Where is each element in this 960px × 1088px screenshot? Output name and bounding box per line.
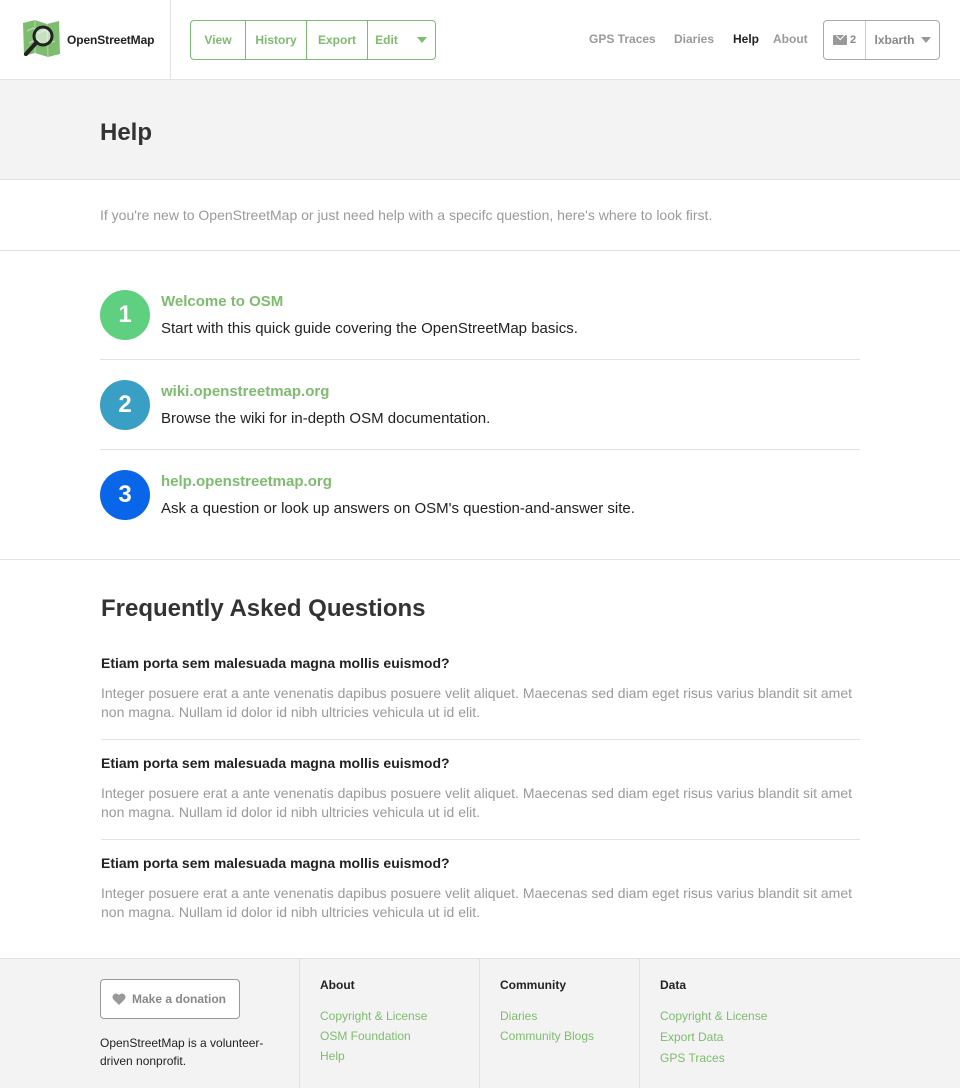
list-item: Etiam porta sem malesuada magna mollis e… (101, 740, 860, 840)
donate-button[interactable]: Make a donation (100, 979, 240, 1019)
map-tabs: View History Export Edit (190, 20, 436, 60)
footer-link[interactable]: Help (320, 1046, 427, 1066)
top-bar: OpenStreetMap View History Export Edit G… (0, 0, 960, 80)
messages-count: 2 (849, 34, 857, 46)
footer-link[interactable]: Copyright & License (320, 1006, 427, 1026)
step-link[interactable]: Welcome to OSM (161, 293, 283, 310)
footer: Make a donation OpenStreetMap is a volun… (0, 958, 960, 1088)
footer-link[interactable]: GPS Traces (660, 1048, 767, 1069)
step-description: Browse the wiki for in-depth OSM documen… (161, 410, 491, 427)
faq-question: Etiam porta sem malesuada magna mollis e… (101, 655, 450, 671)
nav-about[interactable]: About (773, 32, 808, 46)
title-band: Help (0, 80, 960, 180)
step-link[interactable]: help.openstreetmap.org (161, 473, 332, 490)
username: lxbarth (874, 33, 915, 47)
footer-column-community: Community Diaries Community Blogs (479, 959, 640, 1088)
faq-answer: Integer posuere erat a ante venenatis da… (101, 685, 852, 720)
faq-question: Etiam porta sem malesuada magna mollis e… (101, 855, 450, 871)
donate-label: Make a donation (132, 992, 227, 1006)
footer-heading: About (320, 978, 355, 992)
footer-link[interactable]: Copyright & License (660, 1006, 767, 1027)
list-item: 3 help.openstreetmap.org Ask a question … (100, 450, 860, 540)
faq-list: Etiam porta sem malesuada magna mollis e… (101, 640, 860, 940)
list-item: 2 wiki.openstreetmap.org Browse the wiki… (100, 360, 860, 450)
faq-question: Etiam porta sem malesuada magna mollis e… (101, 755, 450, 771)
step-link[interactable]: wiki.openstreetmap.org (161, 383, 329, 400)
step-number-badge: 3 (100, 470, 150, 520)
faq-answer: Integer posuere erat a ante venenatis da… (101, 885, 852, 920)
tab-view[interactable]: View (191, 21, 246, 59)
user-dropdown[interactable]: lxbarth (866, 21, 939, 59)
footer-heading: Data (660, 978, 687, 992)
footer-link[interactable]: Export Data (660, 1027, 767, 1048)
chevron-down-icon (920, 37, 931, 43)
heart-icon (112, 993, 126, 1005)
footer-column-data: Data Copyright & License Export Data GPS… (639, 959, 960, 1088)
divider (0, 559, 960, 560)
footer-link[interactable]: OSM Foundation (320, 1026, 427, 1046)
nav-help[interactable]: Help (733, 32, 759, 46)
footer-heading: Community (500, 978, 566, 992)
messages-button[interactable]: 2 (824, 21, 866, 59)
chevron-down-icon (417, 37, 427, 43)
intro-band: If you're new to OpenStreetMap or just n… (0, 180, 960, 251)
list-item: 1 Welcome to OSM Start with this quick g… (100, 270, 860, 360)
envelope-icon (832, 35, 847, 45)
osm-logo-icon (23, 20, 60, 58)
list-item: Etiam porta sem malesuada magna mollis e… (101, 840, 860, 940)
intro-text: If you're new to OpenStreetMap or just n… (100, 207, 713, 223)
brand[interactable]: OpenStreetMap (0, 0, 171, 79)
footer-link[interactable]: Community Blogs (500, 1026, 594, 1046)
faq-answer: Integer posuere erat a ante venenatis da… (101, 785, 852, 820)
nav-diaries[interactable]: Diaries (674, 32, 714, 46)
footer-note: OpenStreetMap is a volunteer-driven nonp… (100, 1036, 264, 1068)
step-description: Start with this quick guide covering the… (161, 320, 578, 337)
step-description: Ask a question or look up answers on OSM… (161, 500, 635, 517)
nav-gps-traces[interactable]: GPS Traces (589, 32, 656, 46)
faq-title: Frequently Asked Questions (101, 595, 426, 622)
brand-name: OpenStreetMap (67, 33, 155, 47)
tab-history[interactable]: History (246, 21, 307, 59)
step-number-badge: 2 (100, 380, 150, 430)
list-item: Etiam porta sem malesuada magna mollis e… (101, 640, 860, 740)
help-steps: 1 Welcome to OSM Start with this quick g… (100, 270, 860, 540)
step-number-badge: 1 (100, 290, 150, 340)
footer-column-about: About Copyright & License OSM Foundation… (299, 959, 480, 1088)
edit-menu-toggle[interactable] (409, 21, 435, 59)
tab-export[interactable]: Export (307, 21, 368, 59)
page-title: Help (100, 119, 153, 146)
user-menu: 2 lxbarth (823, 20, 940, 60)
footer-link[interactable]: Diaries (500, 1006, 594, 1026)
tab-edit[interactable]: Edit (368, 21, 409, 59)
